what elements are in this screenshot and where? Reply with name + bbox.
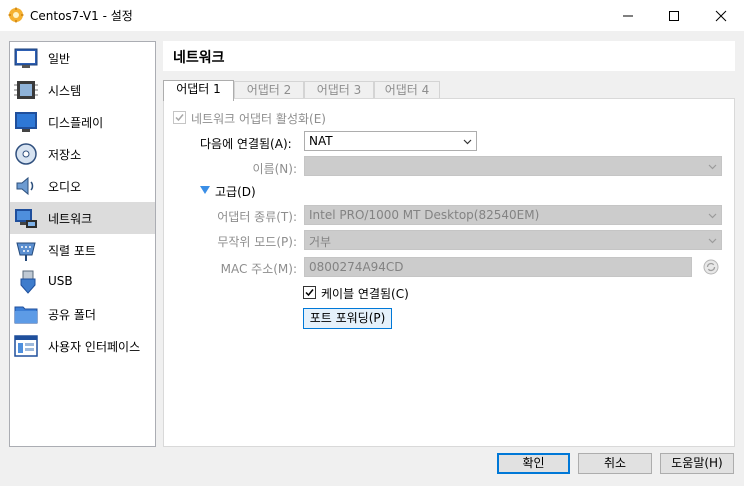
promiscuous-mode-label: 무작위 모드(P): (217, 235, 297, 249)
sidebar-item-label: USB (48, 274, 73, 288)
enable-adapter-label: 네트워크 어댑터 활성화(E) (191, 112, 326, 126)
sidebar-item-label: 오디오 (48, 180, 82, 194)
promiscuous-mode-value: 거부 (309, 235, 332, 249)
usb-icon (20, 270, 36, 294)
adapter-settings-panel: 네트워크 어댑터 활성화(E) 다음에 연결됨(A): NAT 이름(N): 고… (163, 98, 735, 447)
attached-to-label: 다음에 연결됨(A): (200, 137, 292, 151)
storage-disc-icon (15, 143, 37, 165)
sidebar-item-general[interactable]: 일반 (10, 42, 155, 74)
refresh-mac-icon[interactable] (703, 259, 719, 275)
attached-to-select[interactable]: NAT (304, 131, 477, 151)
cable-connected-checkbox[interactable] (303, 286, 316, 299)
window-title: Centos7-V1 - 설정 (30, 9, 133, 23)
sidebar-item-shared-folders[interactable]: 공유 폴더 (10, 298, 155, 330)
audio-speaker-icon (16, 176, 34, 196)
tab-adapter-1[interactable]: 어댑터 1 (163, 80, 234, 101)
sidebar-item-label: 저장소 (48, 148, 82, 162)
cable-connected-label: 케이블 연결됨(C) (321, 287, 409, 301)
settings-category-list: 일반 시스템 디스플레이 저장소 오디오 네트워크 직렬 포트 USB 공유 폴… (9, 41, 156, 447)
name-label: 이름(N): (252, 162, 297, 176)
maximize-icon (669, 10, 679, 21)
adapter-type-value: Intel PRO/1000 MT Desktop(82540EM) (309, 208, 540, 222)
tab-adapter-3[interactable]: 어댑터 3 (304, 81, 374, 99)
adapter-type-select[interactable]: Intel PRO/1000 MT Desktop(82540EM) (304, 205, 722, 225)
tab-adapter-2[interactable]: 어댑터 2 (234, 81, 304, 99)
page-title: 네트워크 (173, 50, 225, 66)
minimize-icon (623, 15, 633, 16)
name-select[interactable] (304, 156, 722, 176)
tab-adapter-4[interactable]: 어댑터 4 (374, 81, 440, 99)
sidebar-item-label: 디스플레이 (48, 116, 104, 130)
sidebar-item-network[interactable]: 네트워크 (10, 202, 155, 234)
minimize-button[interactable] (605, 0, 651, 31)
chevron-down-icon (708, 213, 717, 219)
enable-adapter-checkbox[interactable] (173, 111, 186, 124)
close-button[interactable] (698, 0, 744, 31)
page-header: 네트워크 (163, 41, 735, 71)
close-icon (715, 10, 727, 21)
chevron-down-icon (708, 238, 717, 244)
expand-triangle-icon (200, 186, 210, 194)
virtualbox-app-icon (8, 7, 24, 23)
system-chip-icon (14, 81, 38, 99)
checkmark-icon (175, 114, 184, 122)
chevron-down-icon (463, 139, 472, 145)
display-monitor-icon (15, 112, 37, 132)
mac-address-label: MAC 주소(M): (220, 262, 297, 276)
cancel-button[interactable]: 취소 (578, 453, 652, 474)
sidebar-item-storage[interactable]: 저장소 (10, 138, 155, 170)
sidebar-item-serial-port[interactable]: 직렬 포트 (10, 234, 155, 266)
chevron-down-icon (708, 164, 717, 170)
port-forwarding-button[interactable]: 포트 포워딩(P) (303, 308, 392, 329)
sidebar-item-label: 사용자 인터페이스 (48, 340, 141, 354)
sidebar-item-usb[interactable]: USB (10, 266, 155, 298)
sidebar-item-label: 직렬 포트 (48, 244, 96, 258)
promiscuous-mode-select[interactable]: 거부 (304, 230, 722, 250)
adapter-type-label: 어댑터 종류(T): (217, 210, 297, 224)
ok-button[interactable]: 확인 (497, 453, 570, 474)
user-interface-icon (14, 335, 38, 357)
sidebar-item-label: 공유 폴더 (48, 308, 96, 322)
attached-to-value: NAT (309, 134, 333, 148)
advanced-toggle[interactable]: 고급(D) (200, 183, 280, 199)
shared-folder-icon (14, 306, 38, 324)
title-bar: Centos7-V1 - 설정 (0, 0, 744, 31)
sidebar-item-display[interactable]: 디스플레이 (10, 106, 155, 138)
sidebar-item-label: 네트워크 (48, 212, 93, 226)
sidebar-item-label: 시스템 (48, 84, 82, 98)
sidebar-item-user-interface[interactable]: 사용자 인터페이스 (10, 330, 155, 362)
sidebar-item-audio[interactable]: 오디오 (10, 170, 155, 202)
serial-port-icon (16, 242, 36, 261)
general-icon (14, 48, 38, 68)
mac-address-field[interactable]: 0800274A94CD (304, 257, 692, 277)
maximize-button[interactable] (651, 0, 697, 31)
help-button[interactable]: 도움말(H) (660, 453, 734, 474)
sidebar-item-label: 일반 (48, 52, 71, 66)
sidebar-item-system[interactable]: 시스템 (10, 74, 155, 106)
network-icon (15, 209, 37, 228)
mac-address-value: 0800274A94CD (309, 260, 404, 274)
advanced-label: 고급(D) (215, 185, 256, 199)
checkmark-icon (305, 289, 314, 297)
